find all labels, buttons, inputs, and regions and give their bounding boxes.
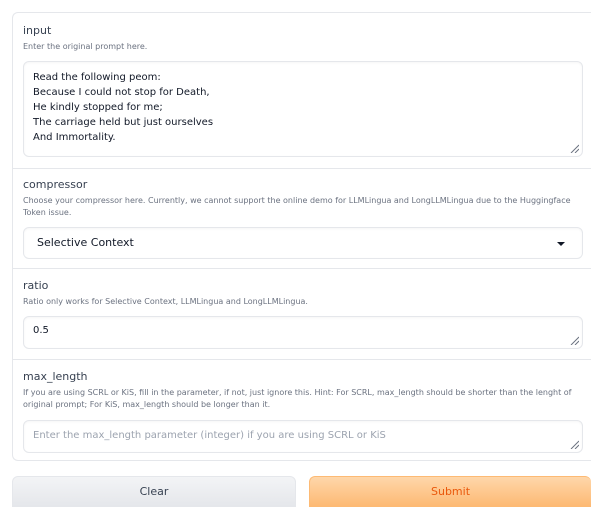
- input-info: Enter the original prompt here.: [23, 42, 148, 51]
- resize-grip-icon[interactable]: [569, 335, 579, 345]
- compressor-label: compressor: [23, 178, 88, 191]
- page: input Enter the original prompt here. Re…: [0, 0, 591, 507]
- resize-grip-icon[interactable]: [569, 439, 579, 449]
- input-textarea[interactable]: Read the following peom: Because I could…: [23, 61, 583, 157]
- submit-button[interactable]: Submit: [309, 476, 591, 507]
- clear-button[interactable]: Clear: [12, 476, 296, 507]
- compressor-select[interactable]: Selective Context: [23, 227, 583, 259]
- compressor-block: compressor Choose your compressor here. …: [13, 169, 591, 268]
- max-length-placeholder: Enter the max_length parameter (integer)…: [33, 430, 386, 441]
- compressor-selected-value: Selective Context: [37, 236, 134, 249]
- max-length-input[interactable]: Enter the max_length parameter (integer)…: [23, 420, 583, 453]
- form-panel: input Enter the original prompt here. Re…: [12, 12, 591, 461]
- compressor-info: Choose your compressor here. Currently, …: [23, 196, 571, 217]
- chevron-down-icon[interactable]: [557, 242, 565, 246]
- input-label: input: [23, 24, 52, 37]
- input-textarea-text: Read the following peom: Because I could…: [33, 72, 214, 143]
- ratio-input[interactable]: 0.5: [23, 316, 583, 349]
- ratio-block: ratio Ratio only works for Selective Con…: [13, 269, 591, 359]
- input-block: input Enter the original prompt here. Re…: [13, 13, 591, 168]
- ratio-info: Ratio only works for Selective Context, …: [23, 297, 308, 306]
- max-length-info: If you are using SCRL or KiS, fill in th…: [23, 388, 572, 409]
- max-length-label: max_length: [23, 370, 88, 383]
- ratio-input-value: 0.5: [33, 325, 49, 336]
- resize-grip-icon[interactable]: [569, 143, 579, 153]
- max-length-block: max_length If you are using SCRL or KiS,…: [13, 360, 591, 461]
- ratio-label: ratio: [23, 279, 49, 292]
